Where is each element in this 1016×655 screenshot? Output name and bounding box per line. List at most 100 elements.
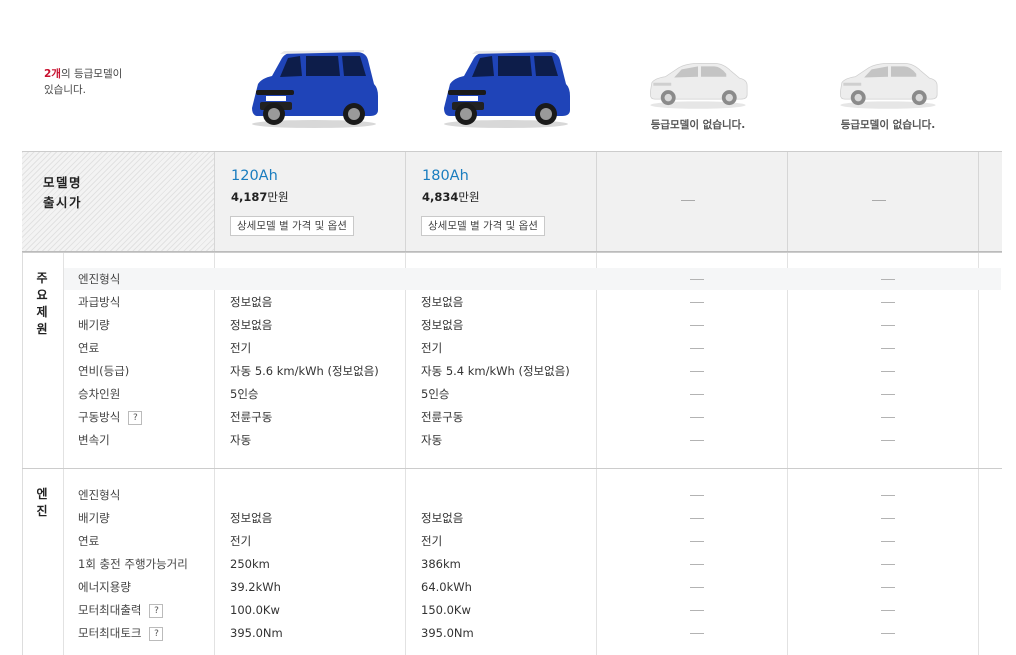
spec-row-label: 1회 충전 주행가능거리 (78, 553, 188, 575)
spec-row-label-text: 배기량 (78, 318, 110, 332)
empty-dash (690, 302, 704, 303)
spec-value: 395.0Nm (421, 626, 474, 640)
empty-dash (881, 564, 895, 565)
spec-value: 전기 (421, 341, 443, 355)
spec-row-label: 모터최대토크? (78, 622, 164, 644)
spec-row-label-text: 연비(등급) (78, 364, 130, 378)
help-icon[interactable]: ? (128, 410, 143, 425)
spec-value: 5인승 (230, 387, 259, 401)
model-count-text-1: 의 등급모델이 (60, 68, 123, 80)
spec-value: 자동 (230, 433, 252, 447)
spec-row-label: 연비(등급) (78, 360, 129, 382)
spec-row-label-text: 1회 충전 주행가능거리 (78, 557, 188, 571)
empty-dash (881, 440, 895, 441)
spec-row-label-text: 모터최대토크 (78, 626, 142, 640)
empty-dash (881, 394, 895, 395)
empty-dash (881, 495, 895, 496)
spec-value: 395.0Nm (230, 626, 283, 640)
section-label: 주요제원 (36, 271, 48, 336)
spec-value: 정보없음 (421, 295, 464, 309)
car-image-180ah[interactable] (436, 44, 576, 130)
empty-dash (690, 518, 704, 519)
model-price-180ah: 4,834만원 (422, 189, 480, 205)
spec-value: 자동 5.4 km/kWh (정보없음) (421, 364, 570, 378)
spec-value: 전기 (421, 534, 443, 548)
help-icon[interactable]: ? (149, 603, 164, 618)
spec-row-label: 연료 (78, 530, 99, 552)
empty-dash (872, 200, 886, 201)
price-label: 출시가 (43, 195, 83, 210)
model-price-120ah: 4,187만원 (231, 189, 289, 205)
empty-dash (690, 587, 704, 588)
spec-value: 250km (230, 557, 270, 571)
spec-row-label: 모터최대출력? (78, 599, 164, 621)
detail-options-button-180ah[interactable]: 상세모델 별 가격 및 옵션 (421, 216, 545, 236)
section-label: 엔진 (36, 487, 48, 518)
empty-dash (881, 279, 895, 280)
column-line (214, 469, 215, 655)
column-line (63, 469, 64, 655)
header-divider (405, 152, 406, 251)
header-divider (787, 152, 788, 251)
car-image-120ah[interactable] (244, 44, 384, 130)
spec-row-label-text: 모터최대출력 (78, 603, 142, 617)
model-name-180ah[interactable]: 180Ah (422, 168, 469, 184)
empty-dash (690, 495, 704, 496)
placeholder-car-image-4 (818, 50, 958, 114)
spec-value: 전륜구동 (421, 410, 464, 424)
spec-row-label-text: 연료 (78, 341, 100, 355)
empty-dash (881, 587, 895, 588)
spec-value: 전기 (230, 341, 252, 355)
spec-row-label: 승차인원 (78, 383, 120, 405)
spec-row-label-text: 연료 (78, 534, 100, 548)
spec-value: 자동 5.6 km/kWh (정보없음) (230, 364, 379, 378)
spec-row-label-text: 구동방식 (78, 410, 121, 424)
spec-row-label: 에너지용량 (78, 576, 131, 598)
spec-value: 5인승 (421, 387, 450, 401)
spec-value: 64.0kWh (421, 580, 472, 594)
model-price-number: 4,834 (422, 190, 459, 204)
section-divider (22, 252, 1002, 253)
empty-dash (690, 417, 704, 418)
spec-row-label: 엔진형식 (78, 484, 120, 506)
placeholder-car-image-3 (628, 50, 768, 114)
column-line (22, 253, 23, 468)
spec-value: 정보없음 (230, 295, 273, 309)
spec-value: 정보없음 (421, 511, 464, 525)
empty-dash (881, 325, 895, 326)
section-divider (22, 468, 1002, 469)
spec-value: 전기 (230, 534, 252, 548)
empty-dash (681, 200, 695, 201)
row-highlight (64, 268, 1001, 290)
spec-value: 정보없음 (421, 318, 464, 332)
empty-dash (690, 633, 704, 634)
spec-row-label-text: 승차인원 (78, 387, 121, 401)
model-price-unit: 만원 (458, 190, 480, 204)
header-divider (978, 152, 979, 251)
model-name-label: 모델명 (43, 175, 83, 190)
spec-row-label: 연료 (78, 337, 99, 359)
spec-row-label-text: 변속기 (78, 433, 110, 447)
empty-dash (881, 610, 895, 611)
spec-row-label-text: 엔진형식 (78, 488, 121, 502)
empty-dash (690, 440, 704, 441)
spec-value: 전륜구동 (230, 410, 273, 424)
spec-value: 39.2kWh (230, 580, 281, 594)
help-icon[interactable]: ? (149, 626, 164, 641)
model-count-message: 2개의 등급모델이 있습니다. (44, 66, 154, 98)
model-name-120ah[interactable]: 120Ah (231, 168, 278, 184)
spec-row-label: 변속기 (78, 429, 110, 451)
spec-value: 정보없음 (230, 318, 273, 332)
model-count-text-2: 있습니다. (44, 84, 86, 96)
column-line (405, 469, 406, 655)
empty-dash (690, 610, 704, 611)
column-line (596, 469, 597, 655)
spec-row-label: 배기량 (78, 314, 110, 336)
detail-options-button-120ah[interactable]: 상세모델 별 가격 및 옵션 (230, 216, 354, 236)
empty-dash (690, 371, 704, 372)
spec-value: 100.0Kw (230, 603, 280, 617)
spec-value: 정보없음 (230, 511, 273, 525)
spec-value: 386km (421, 557, 461, 571)
empty-dash (690, 279, 704, 280)
spec-row-label-text: 과급방식 (78, 295, 121, 309)
